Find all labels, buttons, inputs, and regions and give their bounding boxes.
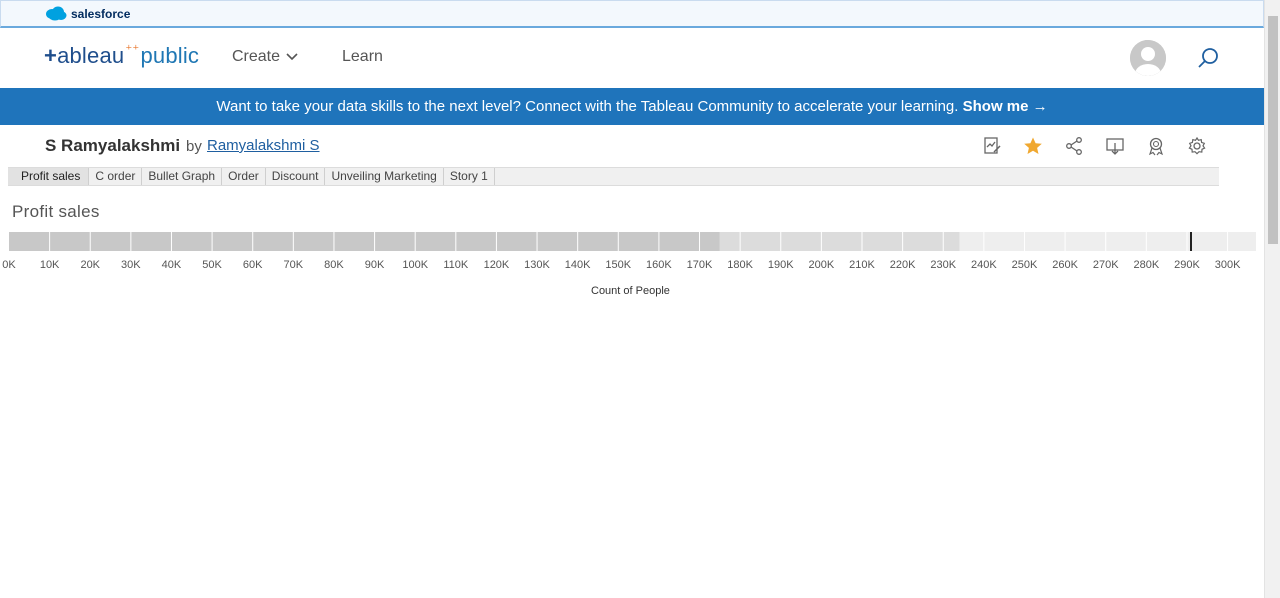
bullet-chart-svg (9, 232, 1256, 251)
x-tick-label: 100K (402, 259, 429, 271)
sheet-tabs-bar: Profit sales C order Bullet Graph Order Disc… (8, 167, 1219, 186)
banner-show-me-link[interactable]: Show me → (963, 98, 1048, 115)
tableau-public-logo[interactable]: + ableau ⁺⁺ public (44, 42, 199, 69)
x-tick-label: 250K (1011, 259, 1038, 271)
x-tick-label: 130K (524, 259, 550, 271)
viz-by-label: by (186, 138, 202, 155)
edit-button[interactable] (980, 135, 1004, 157)
x-tick-label: 90K (364, 259, 385, 271)
viz-title-row: S Ramyalakshmi by Ramyalakshmi S (0, 125, 1264, 167)
x-tick-label: 70K (283, 259, 304, 271)
x-tick-label: 180K (727, 259, 753, 271)
bullet-band (959, 232, 1256, 251)
favorite-button[interactable] (1021, 135, 1045, 157)
x-tick-label: 240K (970, 259, 997, 271)
bullet-chart (9, 232, 1256, 251)
nav-create[interactable]: Create (232, 48, 298, 66)
sheet-tab[interactable]: Story 1 (444, 168, 495, 185)
vertical-scrollbar[interactable] (1264, 0, 1280, 598)
share-icon (1066, 137, 1082, 155)
sheet-tab[interactable]: Profit sales (8, 168, 90, 185)
badge-button[interactable] (1144, 135, 1168, 157)
banner-text: Want to take your data skills to the nex… (216, 98, 959, 115)
settings-button[interactable] (1185, 135, 1209, 157)
bullet-band (9, 232, 720, 251)
viz-title: S Ramyalakshmi (45, 136, 181, 155)
x-tick-label: 260K (1052, 259, 1078, 271)
x-tick-label: 140K (564, 259, 591, 271)
site-header: + ableau ⁺⁺ public Create Learn (0, 28, 1264, 88)
sheet-tab[interactable]: C order (89, 168, 143, 185)
chevron-down-icon (286, 53, 298, 61)
sheet-tab[interactable]: Unveiling Marketing (325, 168, 444, 185)
sheet-tab[interactable]: Order (222, 168, 266, 185)
sheet-tabs: Profit sales C order Bullet Graph Order Disc… (8, 168, 1219, 185)
sheet-title: Profit sales (12, 202, 100, 221)
community-banner: Want to take your data skills to the nex… (0, 88, 1264, 125)
salesforce-label: salesforce (71, 6, 131, 21)
viz-author-link[interactable]: Ramyalakshmi S (207, 137, 320, 154)
x-tick-label: 40K (161, 259, 182, 271)
salesforce-logo[interactable]: salesforce (45, 6, 130, 21)
user-avatar-icon (1130, 40, 1166, 76)
scrollbar-thumb[interactable] (1268, 16, 1278, 244)
x-tick-label: 220K (889, 259, 916, 271)
x-tick-label: 290K (1174, 259, 1200, 271)
edit-icon (984, 137, 1001, 154)
x-tick-label: 10K (39, 259, 60, 271)
salesforce-cloud-icon (46, 6, 67, 21)
x-tick-label: 150K (605, 259, 632, 271)
salesforce-bar: salesforce (0, 0, 1264, 28)
x-tick-label: 210K (849, 259, 875, 271)
x-tick-label: 270K (1092, 259, 1119, 271)
x-tick-label: 60K (242, 259, 263, 271)
x-tick-label: 200K (808, 259, 835, 271)
x-tick-label: 20K (80, 259, 101, 271)
bullet-band (719, 232, 960, 251)
x-tick-label: 190K (767, 259, 794, 271)
x-tick-label: 0K (2, 259, 16, 271)
gear-icon (1188, 136, 1206, 155)
x-tick-label: 110K (443, 259, 469, 271)
x-tick-label: 50K (202, 259, 222, 271)
download-button[interactable] (1103, 135, 1127, 157)
x-axis-title: Count of People (591, 285, 670, 297)
x-tick-label: 300K (1214, 259, 1241, 271)
sheet-tab[interactable]: Bullet Graph (142, 168, 223, 185)
search-icon (1198, 48, 1218, 68)
badge-icon (1148, 137, 1164, 156)
x-tick-label: 170K (686, 259, 713, 271)
x-tick-label: 30K (121, 259, 141, 271)
x-axis-tick-labels: 0K 10K 20K 30K 40K 50K 60K 70K 80K 90K 100K 110K 120… (0, 259, 1264, 273)
x-tick-label: 230K (930, 259, 957, 271)
share-button[interactable] (1062, 135, 1086, 157)
download-icon (1106, 138, 1124, 155)
avatar[interactable] (1130, 40, 1166, 76)
nav-learn[interactable]: Learn (342, 48, 383, 66)
viz-toolbar (980, 135, 1209, 157)
x-tick-label: 120K (483, 259, 510, 271)
search-button[interactable] (1196, 46, 1220, 70)
x-tick-label: 160K (646, 259, 672, 271)
star-icon (1024, 137, 1042, 154)
x-tick-label: 80K (324, 259, 344, 271)
sheet-tab[interactable]: Discount (266, 168, 326, 185)
nav-create-label: Create (232, 48, 281, 65)
x-tick-label: 280K (1133, 259, 1160, 271)
